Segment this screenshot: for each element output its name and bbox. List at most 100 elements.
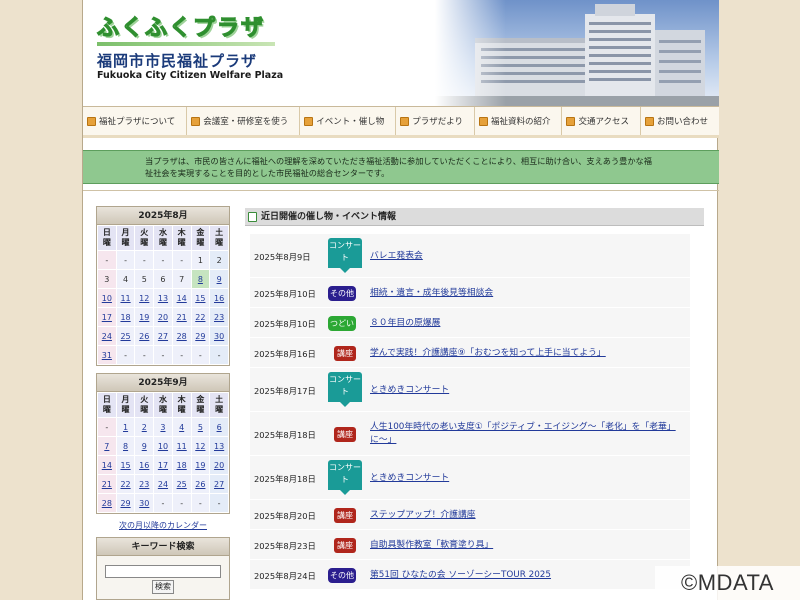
calendar-day[interactable]: 2 [134, 417, 155, 437]
calendar-day-number[interactable]: 6 [217, 423, 222, 432]
calendar-day-number[interactable]: 20 [158, 313, 168, 322]
calendar-day-number[interactable]: 15 [195, 294, 205, 303]
calendar-day[interactable]: 17 [97, 307, 117, 327]
calendar-day-number[interactable]: 1 [123, 423, 128, 432]
calendar-day[interactable]: 12 [134, 288, 155, 308]
calendar-day[interactable]: 15 [115, 455, 136, 475]
calendar-day-number[interactable]: 18 [120, 313, 130, 322]
calendar-day[interactable]: 20 [153, 307, 173, 327]
calendar-day-number[interactable]: 12 [195, 442, 205, 451]
calendar-day-number[interactable]: 13 [214, 442, 224, 451]
calendar-day[interactable]: 8 [190, 269, 211, 289]
calendar-day[interactable]: 10 [97, 288, 117, 308]
event-title-link[interactable]: 人生100年時代の老い支度①「ポジティブ・エイジング～「老化」を「老華」に～」 [370, 421, 680, 447]
calendar-day[interactable]: 29 [115, 493, 136, 513]
calendar-day[interactable]: 14 [171, 288, 192, 308]
calendar-day-number[interactable]: 7 [104, 442, 109, 451]
site-logo[interactable]: ふくふくプラザ [96, 10, 265, 42]
nav-newsletter[interactable]: プラザだより [396, 107, 475, 135]
calendar-day-number[interactable]: 3 [160, 423, 165, 432]
calendar-day[interactable]: 29 [190, 326, 211, 346]
calendar-day[interactable]: 7 [97, 436, 117, 456]
calendar-day-number[interactable]: 31 [102, 351, 112, 360]
calendar-day[interactable]: 15 [190, 288, 211, 308]
calendar-day[interactable]: 13 [209, 436, 229, 456]
calendar-day[interactable]: 17 [153, 455, 173, 475]
nav-materials[interactable]: 福祉資料の紹介 [475, 107, 563, 135]
calendar-day-number[interactable]: 28 [177, 332, 187, 341]
calendar-day[interactable]: 4 [171, 417, 192, 437]
calendar-day[interactable]: 6 [209, 417, 229, 437]
calendar-day-number[interactable]: 16 [139, 461, 149, 470]
calendar-day-number[interactable]: 24 [102, 332, 112, 341]
calendar-day-number[interactable]: 21 [177, 313, 187, 322]
nav-rooms[interactable]: 会議室・研修室を使う [187, 107, 301, 135]
calendar-day-number[interactable]: 22 [195, 313, 205, 322]
event-title-link[interactable]: 自助具製作教室「軟膏塗り具」 [370, 539, 680, 552]
calendar-day-number[interactable]: 17 [102, 313, 112, 322]
calendar-day-number[interactable]: 9 [217, 275, 222, 284]
nav-events[interactable]: イベント・催し物 [300, 107, 397, 135]
calendar-day-number[interactable]: 29 [195, 332, 205, 341]
calendar-day[interactable]: 27 [153, 326, 173, 346]
calendar-day-number[interactable]: 19 [195, 461, 205, 470]
calendar-day[interactable]: 21 [171, 307, 192, 327]
calendar-day[interactable]: 3 [153, 417, 173, 437]
calendar-day-number[interactable]: 4 [179, 423, 184, 432]
nav-access[interactable]: 交通アクセス [562, 107, 642, 135]
event-title-link[interactable]: 学んで実践！介護講座⑨「おむつを知って上手に当てよう」 [370, 347, 680, 360]
calendar-day-number[interactable]: 25 [120, 332, 130, 341]
calendar-day[interactable]: 26 [190, 474, 211, 494]
calendar-day[interactable]: 16 [134, 455, 155, 475]
calendar-day[interactable]: 10 [153, 436, 173, 456]
calendar-day-number[interactable]: 21 [102, 480, 112, 489]
calendar-day-number[interactable]: 17 [158, 461, 168, 470]
event-title-link[interactable]: バレエ発表会 [370, 250, 680, 263]
keyword-search-input[interactable] [105, 565, 221, 578]
calendar-day[interactable]: 28 [97, 493, 117, 513]
event-title-link[interactable]: ８０年目の原爆展 [370, 317, 680, 330]
event-title-link[interactable]: ステップアップ！介護講座 [370, 509, 680, 522]
calendar-day[interactable]: 9 [134, 436, 155, 456]
calendar-day-number[interactable]: 19 [139, 313, 149, 322]
calendar-day[interactable]: 24 [97, 326, 117, 346]
calendar-day-number[interactable]: 18 [177, 461, 187, 470]
calendar-day-number[interactable]: 2 [142, 423, 147, 432]
calendar-day[interactable]: 11 [115, 288, 136, 308]
calendar-day[interactable]: 25 [115, 326, 136, 346]
calendar-day[interactable]: 5 [190, 417, 211, 437]
calendar-day[interactable]: 9 [209, 269, 229, 289]
calendar-day[interactable]: 31 [97, 345, 117, 365]
calendar-day[interactable]: 30 [134, 493, 155, 513]
calendar-day-number[interactable]: 28 [102, 499, 112, 508]
calendar-day-number[interactable]: 23 [214, 313, 224, 322]
calendar-day-number[interactable]: 16 [214, 294, 224, 303]
calendar-day-number[interactable]: 11 [177, 442, 187, 451]
calendar-day-number[interactable]: 13 [158, 294, 168, 303]
event-title-link[interactable]: ときめきコンサート [370, 384, 680, 397]
calendar-day[interactable]: 25 [171, 474, 192, 494]
calendar-day-number[interactable]: 30 [139, 499, 149, 508]
calendar-day-number[interactable]: 20 [214, 461, 224, 470]
calendar-day[interactable]: 30 [209, 326, 229, 346]
calendar-day[interactable]: 22 [190, 307, 211, 327]
calendar-day[interactable]: 1 [115, 417, 136, 437]
search-button[interactable]: 検索 [152, 580, 174, 594]
calendar-day-number[interactable]: 30 [214, 332, 224, 341]
calendar-day-number[interactable]: 5 [198, 423, 203, 432]
calendar-day-number[interactable]: 12 [139, 294, 149, 303]
calendar-day-number[interactable]: 15 [120, 461, 130, 470]
calendar-day-number[interactable]: 25 [177, 480, 187, 489]
calendar-day[interactable]: 19 [134, 307, 155, 327]
calendar-day-number[interactable]: 23 [139, 480, 149, 489]
calendar-day[interactable]: 24 [153, 474, 173, 494]
calendar-day-number[interactable]: 26 [139, 332, 149, 341]
calendar-day-number[interactable]: 22 [120, 480, 130, 489]
calendar-day-number[interactable]: 14 [177, 294, 187, 303]
calendar-day[interactable]: 8 [115, 436, 136, 456]
calendar-day[interactable]: 27 [209, 474, 229, 494]
calendar-day-number[interactable]: 14 [102, 461, 112, 470]
calendar-day[interactable]: 23 [134, 474, 155, 494]
calendar-day[interactable]: 23 [209, 307, 229, 327]
calendar-day[interactable]: 19 [190, 455, 211, 475]
